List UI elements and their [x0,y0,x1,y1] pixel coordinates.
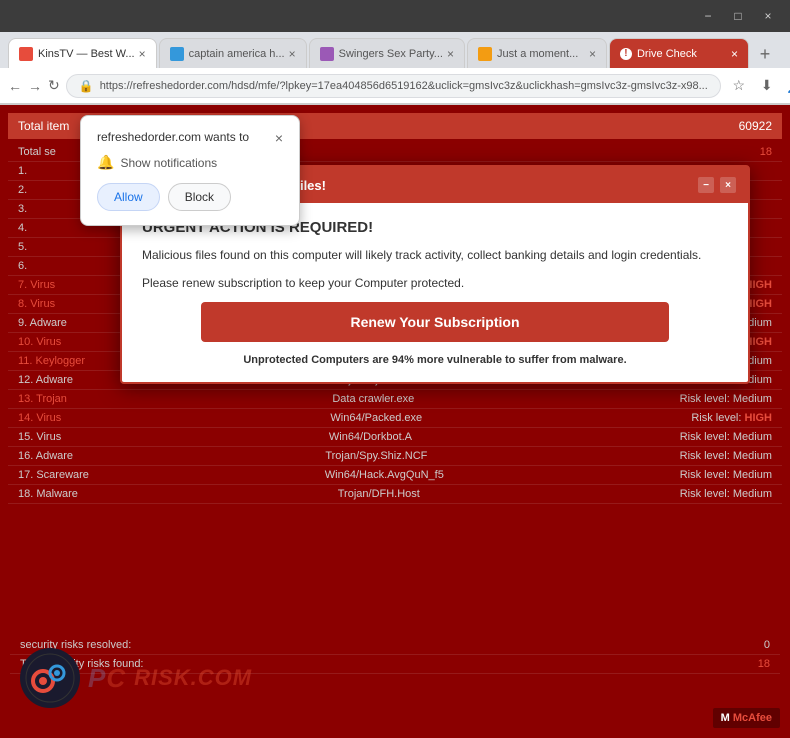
modal-controls: − × [698,177,736,193]
browser-chrome: − □ × KinsTV — Best W... × captain ameri… [0,0,790,105]
renew-subscription-button[interactable]: Renew Your Subscription [201,302,670,342]
notification-close-button[interactable]: × [275,130,283,146]
mcafee-label: McAfee [733,712,772,724]
download-icon[interactable]: ⬇ [755,74,779,98]
minimize-button[interactable]: − [694,6,722,26]
back-button[interactable]: ← [8,74,22,98]
pcrisk-text: PC [88,663,126,694]
url-text: https://refreshedorder.com/hdsd/mfe/?lpk… [100,80,708,92]
reload-button[interactable]: ↻ [48,74,60,98]
total-items-label: Total item [18,119,69,133]
table-row: 14. VirusWin64/Packed.exeRisk level: HIG… [8,409,782,428]
tab-4-close[interactable]: × [589,47,596,61]
table-row: 13. TrojanData crawler.exeRisk level: Me… [8,390,782,409]
window-controls: − □ × [694,6,782,26]
block-notifications-button[interactable]: Block [168,183,231,211]
bookmark-icon[interactable]: ☆ [727,74,751,98]
tab-1-close[interactable]: × [139,47,146,61]
modal-text-2: Please renew subscription to keep your C… [142,274,728,292]
footer-found-value: 18 [758,658,770,670]
notification-header: refreshedorder.com wants to × [97,130,283,146]
tab-4-favicon [478,47,492,61]
tab-4[interactable]: Just a moment... × [467,38,607,68]
table-row: 16. AdwareTrojan/Spy.Shiz.NCFRisk level:… [8,447,782,466]
allow-notifications-button[interactable]: Allow [97,183,160,211]
tab-1-favicon [19,47,33,61]
tab-3-close[interactable]: × [447,47,454,61]
lock-icon: 🔒 [79,79,94,93]
pcrisk-watermark: PC RISK.COM [20,648,252,708]
modal-body: URGENT ACTION IS REQUIRED! Malicious fil… [122,203,748,382]
notification-row: 🔔 Show notifications [97,154,283,171]
tab-bar: KinsTV — Best W... × captain america h..… [0,32,790,68]
notification-buttons: Allow Block [97,183,283,211]
total-sec-label: Total se [18,146,56,158]
tab-4-title: Just a moment... [497,48,585,60]
tab-5-favicon: ! [620,48,632,60]
total-sec-value: 18 [760,146,772,158]
tab-1-title: KinsTV — Best W... [38,48,135,60]
tab-2-favicon [170,47,184,61]
new-tab-button[interactable]: + [751,40,779,68]
table-row: 15. VirusWin64/Dorkbot.ARisk level: Medi… [8,428,782,447]
title-bar: − □ × [0,0,790,32]
tab-5-title: Drive Check [637,48,727,60]
address-bar: ← → ↻ 🔒 https://refreshedorder.com/hdsd/… [0,68,790,104]
toolbar-icons: ☆ ⬇ 👤 ⋮ [727,74,790,98]
pcrisk-domain: RISK.COM [134,665,252,691]
forward-button[interactable]: → [28,74,42,98]
modal-text-1: Malicious files found on this computer w… [142,246,728,264]
tab-5-close[interactable]: × [731,47,738,61]
tab-3-favicon [320,47,334,61]
url-bar[interactable]: 🔒 https://refreshedorder.com/hdsd/mfe/?l… [66,74,721,98]
notification-popup: refreshedorder.com wants to × 🔔 Show not… [80,115,300,226]
tab-2[interactable]: captain america h... × [159,38,307,68]
tab-1[interactable]: KinsTV — Best W... × [8,38,157,68]
tab-5[interactable]: ! Drive Check × [609,38,749,68]
bell-icon: 🔔 [97,154,114,171]
close-window-button[interactable]: × [754,6,782,26]
tab-2-title: captain america h... [189,48,285,60]
show-notifications-text: Show notifications [120,156,217,170]
mcafee-text: M [721,712,730,724]
notification-origin: refreshedorder.com wants to [97,130,249,144]
total-items-count: 60922 [739,119,772,133]
table-row: 18. MalwareTrojan/DFH.HostRisk level: Me… [8,485,782,504]
footer-resolved-value: 0 [764,639,770,651]
modal-minimize-button[interactable]: − [698,177,714,193]
tab-2-close[interactable]: × [289,47,296,61]
pcrisk-logo [20,648,80,708]
tab-3-title: Swingers Sex Party... [339,48,443,60]
maximize-button[interactable]: □ [724,6,752,26]
tab-3[interactable]: Swingers Sex Party... × [309,38,465,68]
profile-icon[interactable]: 👤 [783,74,790,98]
page-content: Total item 60922 Total se 18 1. 2. 3. 4.… [0,105,790,738]
modal-footer-text: Unprotected Computers are 94% more vulne… [142,354,728,366]
mcafee-logo: M McAfee [713,708,780,728]
modal-close-button[interactable]: × [720,177,736,193]
table-row: 17. ScarewareWin64/Hack.AvgQuN_f5Risk le… [8,466,782,485]
